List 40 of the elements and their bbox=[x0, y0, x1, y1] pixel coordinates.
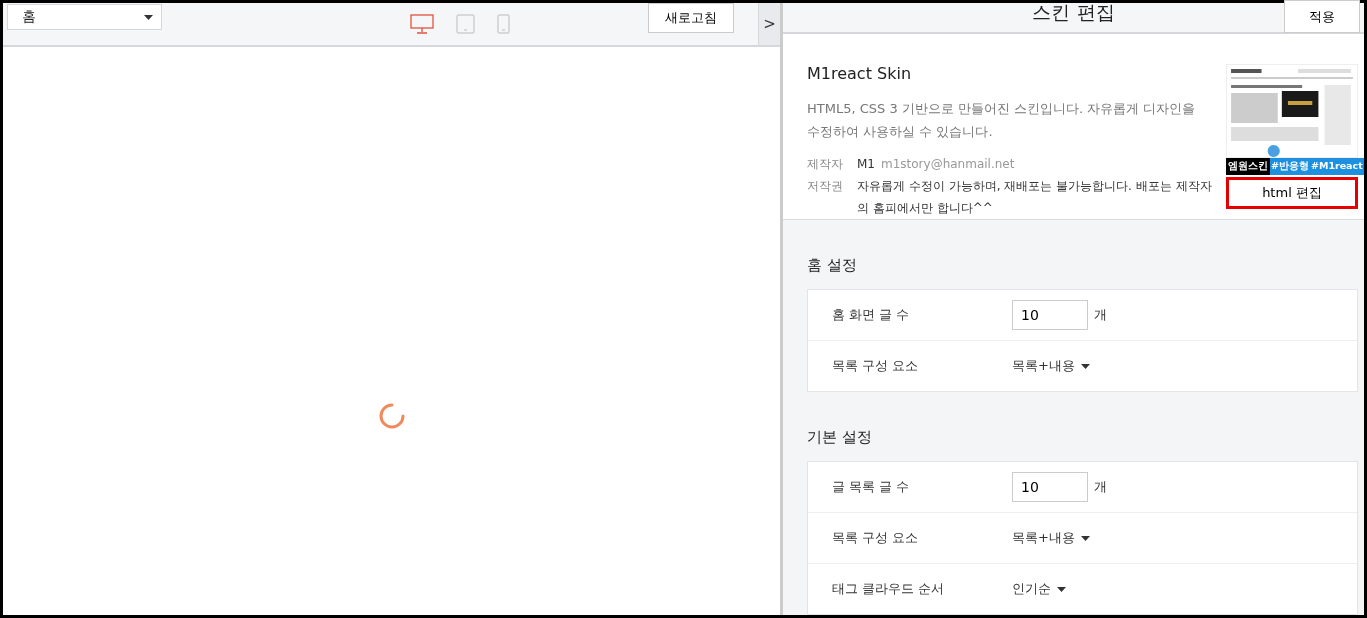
number-field[interactable]: 10 bbox=[1012, 300, 1088, 330]
device-button[interactable] bbox=[497, 14, 510, 34]
author-name: M1 bbox=[857, 157, 875, 171]
skin-description: HTML5, CSS 3 기반으로 만들어진 스킨입니다. 자유롭게 디자인을 수정하여 사용하실 수 있습니다. bbox=[807, 100, 1197, 141]
loading-spinner-icon bbox=[377, 402, 406, 430]
license-label: 저작권 bbox=[807, 178, 843, 195]
skin-tag: 엠원스킨 bbox=[1226, 158, 1270, 175]
dropdown[interactable]: 목록+내용 bbox=[1012, 529, 1090, 547]
setting-label: 태그 클라우드 순서 bbox=[831, 580, 946, 598]
skin-tag: #M1react bbox=[1309, 158, 1364, 175]
phone-icon bbox=[497, 14, 510, 34]
apply-button[interactable]: 적용 bbox=[1284, 0, 1360, 33]
device-button[interactable] bbox=[456, 14, 475, 34]
dropdown[interactable]: 목록+내용 bbox=[1012, 357, 1090, 375]
device-button[interactable] bbox=[410, 14, 434, 34]
section-title: 기본 설정 bbox=[807, 428, 873, 447]
caret-icon bbox=[144, 14, 153, 20]
html-edit-button[interactable]: html 편집 bbox=[1226, 177, 1358, 209]
section-title: 홈 설정 bbox=[807, 256, 858, 275]
collapse-button[interactable]: > bbox=[758, 3, 780, 45]
page-dropdown[interactable]: 홈 bbox=[7, 4, 162, 30]
number-field[interactable]: 10 bbox=[1012, 472, 1088, 502]
dropdown[interactable]: 인기순 bbox=[1012, 580, 1066, 598]
caret-icon bbox=[1080, 535, 1090, 541]
refresh-button[interactable]: 새로고침 bbox=[648, 3, 734, 33]
tablet-icon bbox=[456, 14, 475, 34]
panel-title: 스킨 편집 bbox=[1032, 0, 1115, 25]
monitor-icon bbox=[410, 14, 434, 34]
unit-label: 개 bbox=[1094, 306, 1107, 324]
setting-label: 글 목록 글 수 bbox=[831, 478, 911, 496]
author-label: 제작자 bbox=[807, 157, 843, 171]
setting-label: 홈 화면 글 수 bbox=[831, 306, 911, 324]
unit-label: 개 bbox=[1094, 478, 1107, 496]
license-text: 자유롭게 수정이 가능하며, 재배포는 불가능합니다. 배포는 제작자의 홈피에서만 합니다^^ bbox=[857, 178, 1212, 217]
setting-label: 목록 구성 요소 bbox=[831, 357, 920, 375]
author-email: m1story@hanmail.net bbox=[881, 157, 1015, 171]
caret-icon bbox=[1080, 363, 1090, 369]
skin-name: M1react Skin bbox=[807, 64, 913, 83]
setting-label: 목록 구성 요소 bbox=[831, 529, 920, 547]
caret-icon bbox=[1057, 586, 1066, 592]
